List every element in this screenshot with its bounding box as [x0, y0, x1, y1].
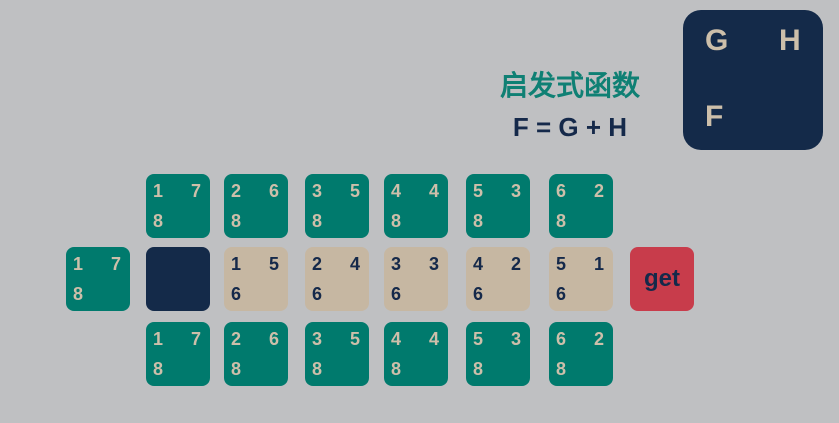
cell-h: 3	[511, 181, 522, 201]
cell-h: 3	[429, 254, 440, 274]
legend-h-label: H	[779, 24, 801, 57]
middle-left-cell: 1 7 8	[66, 247, 130, 311]
cell-h: 2	[511, 254, 522, 274]
path-cell-2: 2 4 6	[305, 247, 369, 311]
cell-g: 6	[556, 329, 567, 349]
cell-h: 6	[269, 181, 280, 201]
bottom-cell-2: 2 6 8	[224, 322, 288, 386]
cell-h: 7	[191, 181, 202, 201]
cell-g: 1	[73, 254, 84, 274]
cell-h: 7	[111, 254, 122, 274]
bottom-cell-5: 5 3 8	[466, 322, 530, 386]
cell-h: 5	[269, 254, 280, 274]
bottom-cell-6: 6 2 8	[549, 322, 613, 386]
cell-f: 8	[556, 211, 567, 231]
cell-f: 8	[73, 284, 84, 304]
bottom-cell-4: 4 4 8	[384, 322, 448, 386]
cell-g: 2	[231, 181, 242, 201]
bottom-cell-1: 1 7 8	[146, 322, 210, 386]
cell-f: 8	[391, 359, 402, 379]
cell-g: 2	[312, 254, 323, 274]
cell-h: 4	[350, 254, 361, 274]
cell-h: 7	[191, 329, 202, 349]
bottom-cell-3: 3 5 8	[305, 322, 369, 386]
cell-f: 8	[473, 211, 484, 231]
cell-f: 8	[153, 211, 164, 231]
get-goal-button[interactable]: get	[630, 247, 694, 311]
path-cell-1: 1 5 6	[224, 247, 288, 311]
cell-h: 5	[350, 329, 361, 349]
cell-g: 3	[312, 329, 323, 349]
cell-g: 2	[231, 329, 242, 349]
cell-g: 4	[391, 181, 402, 201]
cell-f: 6	[556, 284, 567, 304]
cell-f: 6	[473, 284, 484, 304]
top-cell-1: 1 7 8	[146, 174, 210, 238]
path-cell-3: 3 3 6	[384, 247, 448, 311]
cell-f: 8	[473, 359, 484, 379]
title: 启发式函数	[499, 69, 640, 102]
path-cell-5: 5 1 6	[549, 247, 613, 311]
legend-g-label: G	[705, 24, 729, 57]
cell-g: 3	[391, 254, 402, 274]
cell-g: 4	[473, 254, 484, 274]
cell-h: 1	[594, 254, 605, 274]
cell-h: 2	[594, 329, 605, 349]
cell-g: 3	[312, 181, 323, 201]
cell-g: 5	[556, 254, 567, 274]
cell-f: 8	[556, 359, 567, 379]
cell-g: 1	[231, 254, 242, 274]
cell-f: 6	[312, 284, 323, 304]
cell-f: 8	[231, 359, 242, 379]
cell-f: 6	[391, 284, 402, 304]
cell-f: 6	[231, 284, 242, 304]
cell-g: 6	[556, 181, 567, 201]
cell-h: 2	[594, 181, 605, 201]
cell-h: 4	[429, 181, 440, 201]
current-node-cell	[146, 247, 210, 311]
cell-f: 8	[312, 211, 323, 231]
cell-g: 1	[153, 181, 164, 201]
cell-f: 8	[231, 211, 242, 231]
cell-g: 5	[473, 329, 484, 349]
formula: F = G + H	[512, 112, 628, 142]
path-cell-4: 4 2 6	[466, 247, 530, 311]
cell-h: 6	[269, 329, 280, 349]
cell-g: 1	[153, 329, 164, 349]
cell-f: 8	[153, 359, 164, 379]
cell-h: 5	[350, 181, 361, 201]
top-cell-3: 3 5 8	[305, 174, 369, 238]
cell-h: 3	[511, 329, 522, 349]
cell-g: 5	[473, 181, 484, 201]
top-cell-4: 4 4 8	[384, 174, 448, 238]
top-cell-6: 6 2 8	[549, 174, 613, 238]
cell-h: 4	[429, 329, 440, 349]
cell-f: 8	[391, 211, 402, 231]
cell-f: 8	[312, 359, 323, 379]
cell-g: 4	[391, 329, 402, 349]
top-cell-2: 2 6 8	[224, 174, 288, 238]
top-cell-5: 5 3 8	[466, 174, 530, 238]
